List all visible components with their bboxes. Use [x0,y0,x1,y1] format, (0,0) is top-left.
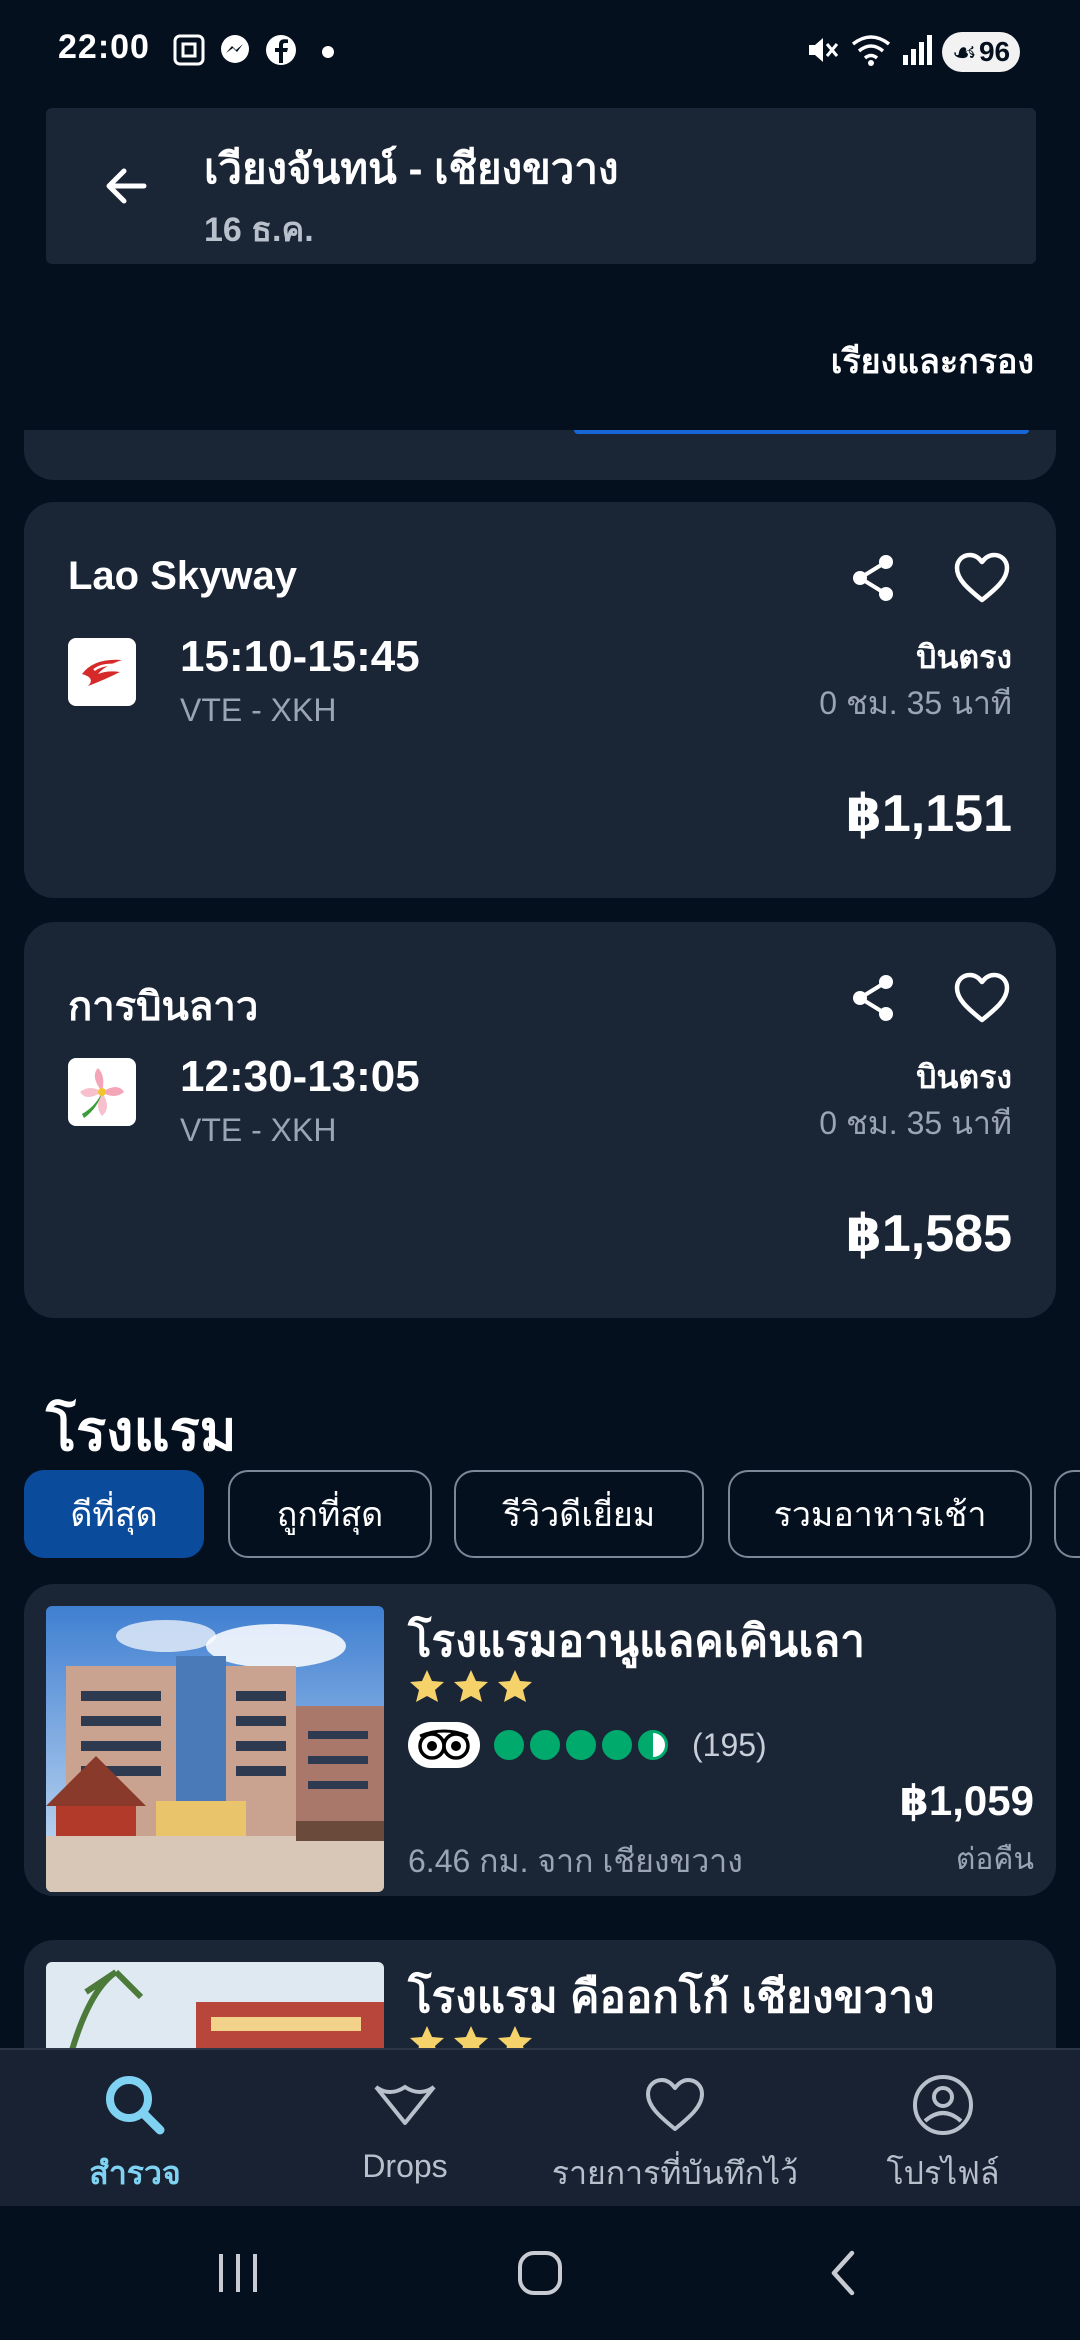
home-icon [518,2251,562,2295]
mute-icon [802,30,842,70]
bubble-full-icon [602,1730,632,1760]
nav-drops[interactable]: Drops [310,2050,500,2208]
flight-card[interactable]: การบินลาว 12:30-13:05 VTE - XKH บินตรง 0… [24,922,1056,1318]
sort-filter-button[interactable]: เรียงและกรอง [831,334,1034,388]
tripadvisor-owl-icon [408,1722,480,1768]
flight-time: 15:10-15:45 [180,632,420,681]
share-button[interactable] [834,958,914,1038]
nav-label: โปรไฟล์ [886,2155,1000,2191]
hotel-name: โรงแรมอานูแลคเคินเลา [408,1617,865,1666]
star-icon [454,2026,488,2050]
bottom-navigation: สำรวจ Drops รายการที่บันทึกไว้ โปรไฟล์ [0,2048,1080,2206]
nav-explore[interactable]: สำรวจ [40,2050,230,2208]
profile-icon [911,2070,975,2140]
review-count: (195) [692,1726,767,1763]
screenshot-icon [170,30,208,70]
signal-icon [898,30,936,70]
system-back-button[interactable] [804,2240,884,2306]
heart-outline-icon [954,972,1010,1023]
recent-apps-button[interactable] [198,2240,278,2306]
lao-skyway-logo-icon [68,638,136,706]
facebook-icon [262,30,300,70]
notification-dot-icon [322,46,334,58]
nav-profile[interactable]: โปรไฟล์ [848,2050,1038,2208]
status-time: 22:00 [58,28,150,66]
nav-label: สำรวจ [89,2155,181,2191]
share-icon [853,555,893,601]
hotel-stars [408,2024,534,2050]
bubble-full-icon [566,1730,596,1760]
previous-card-accent [574,430,1029,434]
chevron-left-icon [831,2250,855,2296]
flight-price: ฿1,151 [845,785,1012,843]
share-button[interactable] [834,538,914,618]
bubble-full-icon [494,1730,524,1760]
hotel-price: ฿1,059 [899,1777,1034,1824]
wifi-icon [848,30,894,70]
flight-card[interactable]: Lao Skyway 15:10-15:45 VTE - XKH บินตรง … [24,502,1056,898]
flight-time: 12:30-13:05 [180,1052,420,1101]
star-icon [498,2026,532,2050]
search-summary-header[interactable]: เวียงจันทน์ - เชียงขวาง 16 ธ.ค. [46,108,1036,264]
bubble-full-icon [530,1730,560,1760]
favorite-button[interactable] [942,538,1022,618]
hotel-card[interactable]: โรงแรมอานูแลคเคินเลา (195) ฿1,059 ต่อคืน… [24,1584,1056,1896]
hotels-section-title: โรงแรม [46,1399,237,1462]
hotel-stars [408,1668,534,1704]
price-unit: ต่อคืน [955,1843,1034,1876]
favorite-button[interactable] [942,958,1022,1038]
chip-breakfast[interactable]: รวมอาหารเช้า [728,1470,1032,1558]
battery-indicator: ☙ 96 [942,32,1020,72]
flight-price: ฿1,585 [845,1205,1012,1263]
heart-outline-icon [954,552,1010,603]
tripadvisor-rating: (195) [408,1722,767,1768]
star-icon [410,1670,444,1702]
route-date: 16 ธ.ค. [204,211,314,249]
star-icon [498,1670,532,1702]
heart-icon [643,2070,707,2140]
back-button[interactable] [92,152,160,220]
flight-duration: 0 ชม. 35 นาที [819,1105,1012,1141]
chip-cheapest[interactable]: ถูกที่สุด [228,1470,432,1558]
chip-top-reviews[interactable]: รีวิวดีเยี่ยม [454,1470,704,1558]
share-icon [853,975,893,1021]
hotel-distance: 6.46 กม. จาก เชียงขวาง [408,1843,743,1879]
route-title: เวียงจันทน์ - เชียงขวาง [204,145,619,192]
chip-best[interactable]: ดีที่สุด [24,1470,204,1558]
star-icon [454,1670,488,1702]
messenger-icon [216,30,254,70]
lao-airlines-logo-icon [68,1058,136,1126]
system-navigation-bar [0,2206,1080,2340]
nav-label: Drops [362,2148,448,2184]
recent-apps-icon [219,2254,257,2292]
battery-leaf-icon: ☙ [951,36,977,68]
bubble-half-icon [638,1730,668,1760]
hotel-photo [46,1962,384,2050]
flight-route: VTE - XKH [180,1112,337,1148]
hotel-photo [46,1606,384,1892]
previous-card-edge [24,430,1056,480]
flight-duration: 0 ชม. 35 นาที [819,685,1012,721]
star-icon [410,2026,444,2050]
hotel-filter-chips: ดีที่สุด ถูกที่สุด รีวิวดีเยี่ยม รวมอาหา… [24,1470,1080,1560]
flight-stops: บินตรง [916,639,1012,675]
arrow-left-icon [106,168,147,204]
drops-icon [370,2070,440,2140]
airline-name: การบินลาว [68,985,259,1029]
home-button[interactable] [500,2240,580,2306]
nav-saved[interactable]: รายการที่บันทึกไว้ [540,2050,810,2208]
hotel-name: โรงแรม คืออกโก้ เชียงขวาง [408,1973,935,2022]
hotel-card[interactable]: โรงแรม คืออกโก้ เชียงขวาง [24,1940,1056,2050]
rating-bubbles [494,1730,668,1760]
nav-label: รายการที่บันทึกไว้ [551,2155,799,2191]
search-icon [102,2070,168,2140]
chip-more[interactable] [1054,1470,1080,1558]
battery-level: 96 [978,36,1011,67]
flight-route: VTE - XKH [180,692,337,728]
airline-name: Lao Skyway [68,554,298,598]
status-bar: 22:00 ☙ 96 [0,0,1080,100]
flight-stops: บินตรง [916,1059,1012,1095]
